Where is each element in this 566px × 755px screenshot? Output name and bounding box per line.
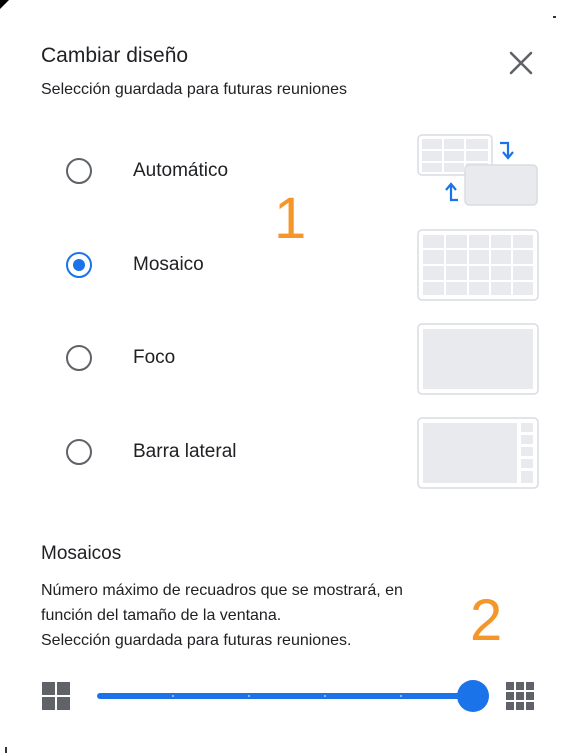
grid-3x3-icon (506, 682, 534, 710)
dialog-title: Cambiar diseño (41, 44, 189, 67)
layout-option-barra-lateral[interactable]: Barra lateral (60, 412, 540, 492)
tiles-description-line: Número máximo de recuadros que se mostra… (41, 582, 403, 599)
sidebar-layout-thumbnail (417, 417, 539, 489)
close-button[interactable] (506, 48, 536, 78)
auto-layout-thumbnail (417, 134, 538, 206)
tiled-layout-thumbnail (417, 229, 539, 301)
slider-tick (248, 695, 250, 697)
tiles-description-line: función del tamaño de la ventana. (41, 607, 282, 624)
layout-option-label: Barra lateral (133, 441, 237, 462)
screenshot-corner-mark (553, 16, 556, 18)
slider-track[interactable] (97, 693, 475, 699)
slider-thumb[interactable] (457, 680, 489, 712)
screenshot-corner-mark (0, 0, 9, 9)
screenshot-corner-mark (5, 747, 7, 753)
grid-2x2-icon (42, 682, 70, 710)
slider-tick (324, 695, 326, 697)
spotlight-layout-thumbnail (417, 323, 539, 395)
slider-tick (172, 695, 174, 697)
layout-option-label: Automático (133, 160, 229, 181)
dialog-subtitle: Selección guardada para futuras reunione… (41, 81, 347, 98)
layout-option-foco[interactable]: Foco (60, 318, 540, 398)
slider-tick (400, 695, 402, 697)
close-icon (509, 51, 533, 75)
tiles-description-line: Selección guardada para futuras reunione… (41, 632, 352, 649)
annotation-number-1: 1 (274, 186, 307, 251)
layout-option-label: Mosaico (133, 254, 204, 275)
tiles-section-title: Mosaicos (41, 543, 122, 564)
layout-option-label: Foco (133, 347, 176, 368)
radio-mosaico[interactable] (66, 252, 92, 278)
annotation-number-2: 2 (470, 588, 503, 653)
radio-automatico[interactable] (66, 158, 92, 184)
radio-foco[interactable] (66, 345, 92, 371)
radio-barra-lateral[interactable] (66, 439, 92, 465)
tiles-slider[interactable] (40, 676, 540, 716)
